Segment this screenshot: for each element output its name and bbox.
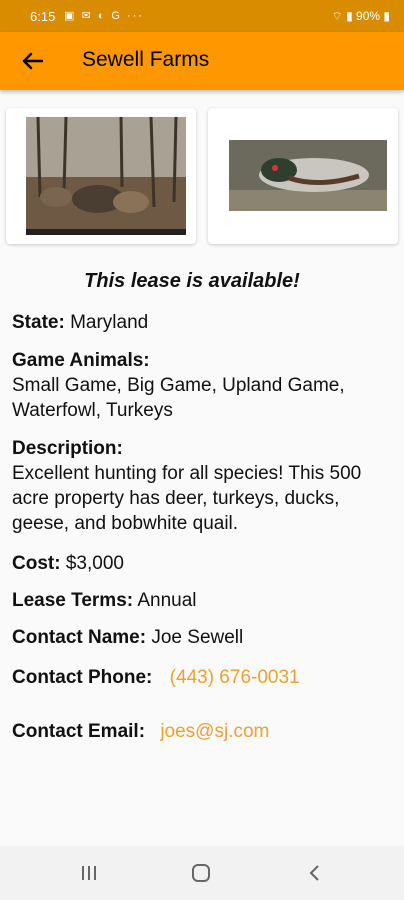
game-animals-label: Game Animals: xyxy=(12,350,150,371)
lease-terms-row: Lease Terms: Annual xyxy=(12,588,396,613)
status-time: 6:15 xyxy=(30,9,56,24)
nav-back-button[interactable] xyxy=(300,860,330,886)
description-label: Description: xyxy=(12,438,123,459)
lease-terms-label: Lease Terms: xyxy=(12,590,134,611)
home-icon xyxy=(192,864,210,882)
state-row: State: Maryland xyxy=(12,310,396,335)
signal-icon: ▮ xyxy=(346,9,353,23)
cost-row: Cost: $3,000 xyxy=(12,551,396,576)
lease-terms-value: Annual xyxy=(137,590,197,611)
battery-text: 90% xyxy=(356,9,381,23)
chevron-left-icon xyxy=(309,865,319,881)
contact-phone-link[interactable]: (443) 676-0031 xyxy=(170,667,300,688)
contact-name-value: Joe Sewell xyxy=(151,627,244,648)
home-button[interactable] xyxy=(186,860,216,886)
cost-label: Cost: xyxy=(12,553,61,574)
system-nav-bar xyxy=(0,846,404,900)
contact-email-label: Contact Email: xyxy=(12,721,146,742)
description-row: Description: Excellent hunting for all s… xyxy=(12,436,396,536)
cost-value: $3,000 xyxy=(65,553,124,574)
contact-name-label: Contact Name: xyxy=(12,627,147,648)
status-bar: 6:15 ▣ ✉ ◐ G ··· ⌔ ▮ 90% ▮ xyxy=(0,0,404,32)
arrow-left-icon xyxy=(22,52,44,70)
contact-name-row: Contact Name: Joe Sewell xyxy=(12,625,396,650)
status-icons: ⌔ ▮ 90% ▮ xyxy=(331,9,390,24)
state-label: State: xyxy=(12,312,65,333)
back-button[interactable] xyxy=(16,45,48,77)
recent-apps-icon xyxy=(82,866,96,880)
contact-email-link[interactable]: joes@sj.com xyxy=(160,721,269,742)
availability-text: This lease is available! xyxy=(84,270,300,292)
battery-icon: ▮ xyxy=(383,9,390,23)
duck-photo xyxy=(229,140,387,211)
description-value: Excellent hunting for all species! This … xyxy=(12,463,362,534)
contact-phone-row: Contact Phone: (443) 676-0031 xyxy=(12,665,396,690)
deer-photo xyxy=(26,117,186,235)
state-value: Maryland xyxy=(70,312,149,333)
game-animals-row: Game Animals: Small Game, Big Game, Upla… xyxy=(12,348,396,423)
recent-apps-button[interactable] xyxy=(74,860,104,886)
contact-email-row: Contact Email: joes@sj.com xyxy=(12,719,396,744)
game-animals-value: Small Game, Big Game, Upland Game, Water… xyxy=(12,375,345,421)
contact-phone-label: Contact Phone: xyxy=(12,667,153,688)
photo-card-deer[interactable] xyxy=(6,108,196,244)
wifi-icon: ⌔ xyxy=(331,9,343,23)
photo-card-duck[interactable] xyxy=(208,108,398,244)
notification-icons: ▣ ✉ ◐ G ··· xyxy=(64,10,145,22)
app-bar: Sewell Farms xyxy=(0,32,404,90)
page-title: Sewell Farms xyxy=(82,48,210,71)
